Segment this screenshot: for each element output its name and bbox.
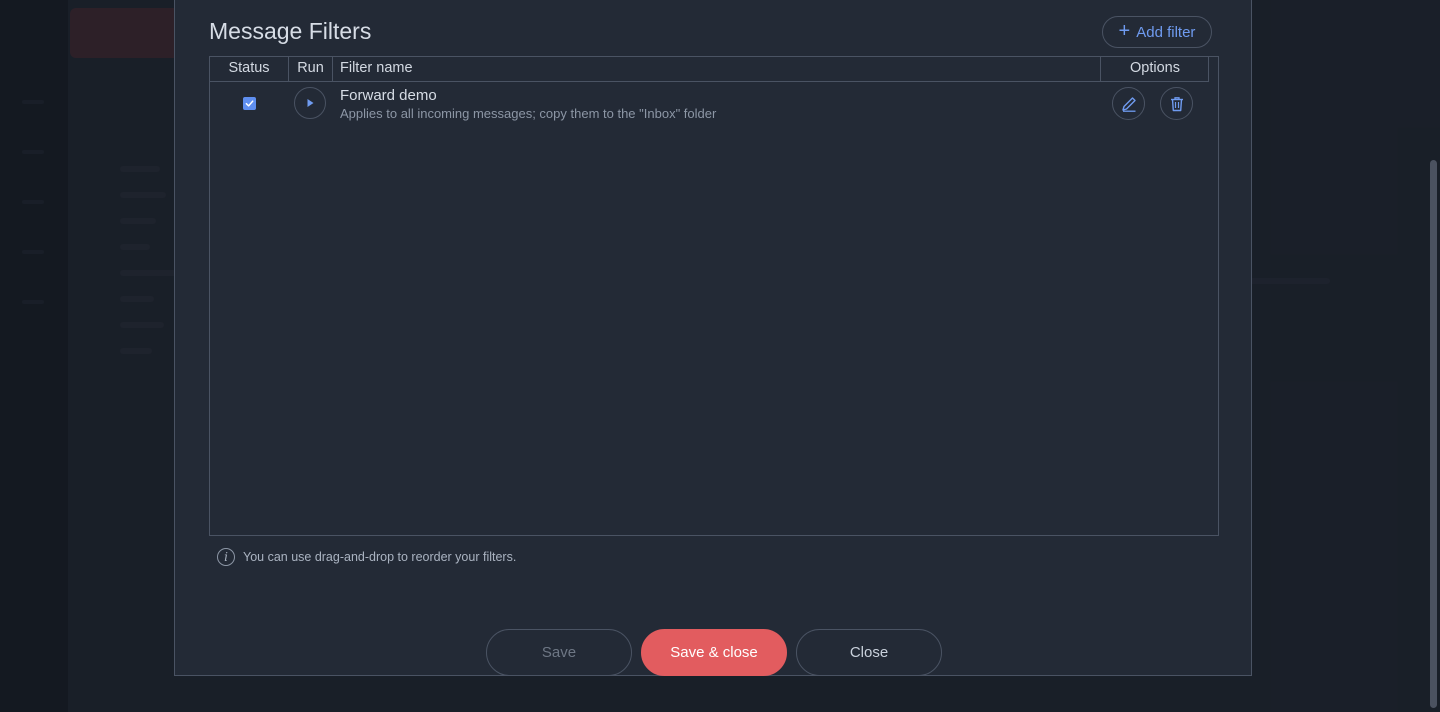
- column-header-status: Status: [210, 57, 289, 81]
- filter-enabled-checkbox[interactable]: [243, 97, 256, 110]
- close-button[interactable]: Close: [796, 629, 942, 676]
- dialog-title: Message Filters: [209, 18, 372, 44]
- filter-description: Applies to all incoming messages; copy t…: [340, 106, 717, 121]
- plus-icon: +: [1118, 20, 1131, 42]
- checkmark-icon: [245, 100, 254, 107]
- edit-filter-button[interactable]: [1112, 87, 1145, 120]
- message-filters-dialog: Message Filters + Add filter Status Run …: [174, 0, 1252, 676]
- info-icon: i: [217, 548, 235, 566]
- save-and-close-button[interactable]: Save & close: [641, 629, 787, 676]
- save-button[interactable]: Save: [486, 629, 632, 676]
- add-filter-button[interactable]: + Add filter: [1102, 16, 1212, 48]
- filter-name: Forward demo: [340, 87, 437, 104]
- column-header-run: Run: [289, 57, 333, 81]
- run-filter-button[interactable]: [294, 87, 326, 119]
- reorder-hint-text: You can use drag-and-drop to reorder you…: [243, 550, 517, 564]
- play-icon: [307, 99, 314, 107]
- column-header-options: Options: [1100, 57, 1209, 81]
- page-scrollbar[interactable]: [1430, 160, 1437, 708]
- reorder-hint: i You can use drag-and-drop to reorder y…: [217, 548, 516, 566]
- trash-icon: [1170, 96, 1183, 111]
- filters-table: Status Run Filter name Options Forward d…: [209, 56, 1219, 536]
- column-header-filter-name: Filter name: [340, 60, 413, 76]
- add-filter-label: Add filter: [1136, 23, 1196, 41]
- filters-table-header: Status Run Filter name Options: [210, 57, 1209, 82]
- filter-row[interactable]: Forward demo Applies to all incoming mes…: [210, 83, 1218, 129]
- pencil-icon: [1121, 96, 1136, 112]
- delete-filter-button[interactable]: [1160, 87, 1193, 120]
